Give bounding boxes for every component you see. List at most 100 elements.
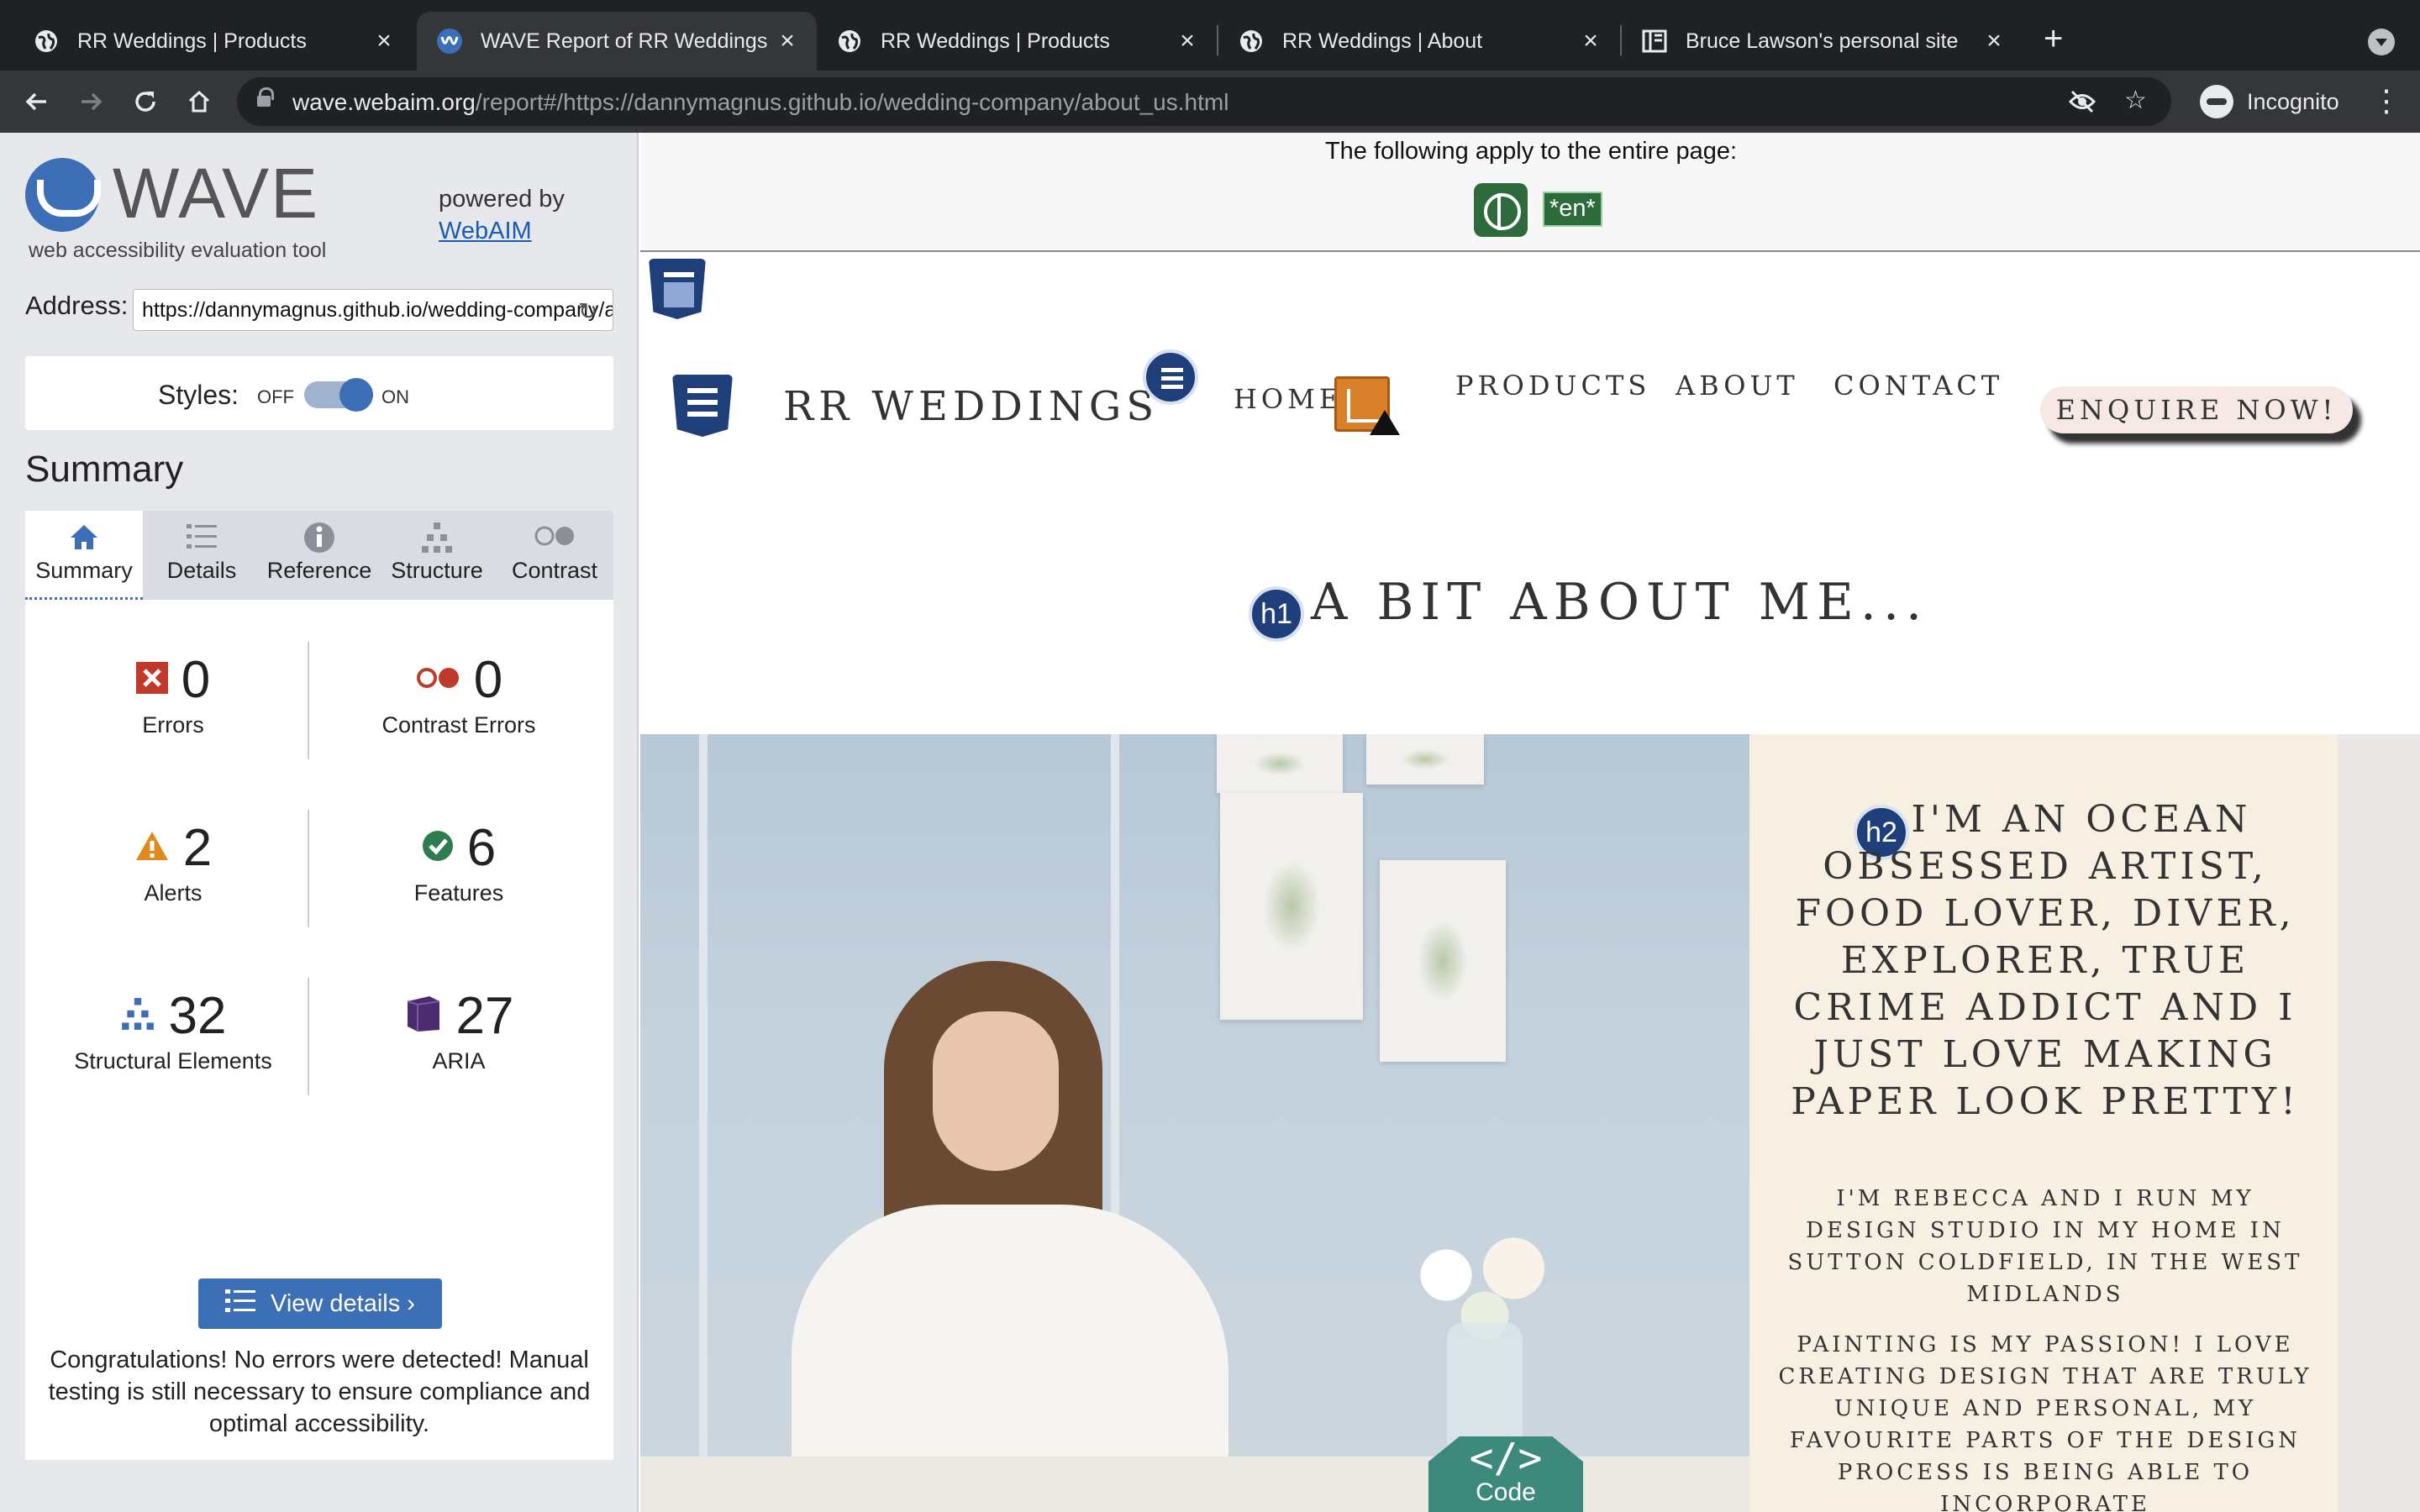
toggle-knob bbox=[339, 378, 373, 412]
star-icon[interactable]: ☆ bbox=[2124, 86, 2147, 115]
profile-label: Incognito bbox=[2247, 88, 2339, 114]
tab-contrast[interactable]: Contrast bbox=[496, 511, 613, 600]
browser-tab[interactable]: RR Weddings | About × bbox=[1218, 12, 1620, 71]
view-details-label: View details › bbox=[271, 1289, 415, 1317]
panel-edge bbox=[2338, 734, 2420, 1512]
structure-region-icon[interactable] bbox=[649, 259, 706, 319]
list-icon bbox=[225, 1288, 256, 1320]
globe-icon bbox=[1239, 29, 1264, 54]
webaim-link[interactable]: WebAIM bbox=[439, 215, 565, 247]
stat-errors[interactable]: 0 Errors bbox=[39, 650, 308, 738]
aria-icon bbox=[404, 995, 443, 1037]
profile-incognito[interactable]: Incognito bbox=[2190, 77, 2360, 126]
language-globe-icon[interactable] bbox=[1474, 183, 1528, 237]
close-icon[interactable]: × bbox=[1173, 27, 1202, 55]
code-toggle-button[interactable]: </> Code bbox=[1428, 1436, 1583, 1512]
reload-icon[interactable] bbox=[126, 82, 165, 121]
styles-label: Styles: bbox=[158, 380, 239, 410]
features-label: Features bbox=[413, 880, 504, 906]
tab-reference[interactable]: Reference bbox=[260, 511, 378, 600]
stat-aria[interactable]: 27 ARIA bbox=[324, 986, 593, 1074]
wave-subtitle: web accessibility evaluation tool bbox=[29, 239, 327, 262]
address-input[interactable]: https://dannymagnus.github.io/wedding-co… bbox=[133, 289, 613, 331]
styles-toggle-box: Styles: OFF ON bbox=[25, 356, 613, 430]
stat-contrast-errors[interactable]: 0 Contrast Errors bbox=[324, 650, 593, 738]
close-icon[interactable]: × bbox=[370, 27, 398, 55]
error-icon bbox=[135, 661, 168, 698]
errors-count: 0 bbox=[181, 650, 211, 709]
structure-header-icon[interactable] bbox=[672, 375, 733, 437]
brand-logo[interactable]: RR WEDDINGS bbox=[783, 383, 1159, 430]
stat-structural[interactable]: 32 Structural Elements bbox=[39, 986, 308, 1074]
close-icon[interactable]: × bbox=[1576, 27, 1605, 55]
back-icon[interactable] bbox=[17, 82, 55, 121]
browser-tab[interactable]: RR Weddings | Products × bbox=[0, 12, 413, 71]
wave-sidebar: WAVE web accessibility evaluation tool p… bbox=[0, 133, 639, 1512]
structural-label: Structural Elements bbox=[74, 1048, 272, 1074]
page-viewport: The following apply to the entire page: … bbox=[640, 133, 2420, 1512]
tab-search-icon[interactable] bbox=[2368, 29, 2395, 55]
tab-details[interactable]: Details bbox=[143, 511, 260, 600]
globe-icon bbox=[837, 29, 862, 54]
globe-icon bbox=[34, 29, 59, 54]
view-details-button[interactable]: View details › bbox=[198, 1278, 442, 1329]
person-face bbox=[933, 1011, 1059, 1171]
browser-tab[interactable]: Bruce Lawson's personal site × bbox=[1622, 12, 2023, 71]
lock-icon bbox=[257, 87, 274, 109]
divider bbox=[308, 810, 309, 927]
stat-features[interactable]: 6 Features bbox=[324, 818, 593, 906]
browser-tabstrip: RR Weddings | Products × WAVE Report of … bbox=[0, 0, 2420, 71]
unordered-list-icon[interactable] bbox=[1143, 349, 1198, 405]
art-frame bbox=[1217, 734, 1343, 793]
about-heading: I'M AN OCEAN OBSESSED ARTIST, FOOD LOVER… bbox=[1791, 798, 2300, 1123]
address-bar[interactable]: wave.webaim.org/report#/https://dannymag… bbox=[237, 77, 2171, 126]
enquire-now-button[interactable]: ENQUIRE NOW! bbox=[2040, 386, 2353, 433]
browser-tab[interactable]: RR Weddings | Products × bbox=[817, 12, 1217, 71]
h1-badge-icon[interactable]: h1 bbox=[1249, 586, 1304, 642]
alerts-count: 2 bbox=[182, 818, 213, 877]
forward-icon[interactable] bbox=[72, 82, 111, 121]
stat-alerts[interactable]: 2 Alerts bbox=[39, 818, 308, 906]
powered-by: powered by WebAIM bbox=[439, 183, 565, 247]
browser-tab-active[interactable]: WAVE Report of RR Weddings | × bbox=[417, 12, 817, 71]
nav-about[interactable]: ABOUT bbox=[1676, 370, 1799, 402]
wave-logo-text: WAVE bbox=[113, 154, 320, 233]
refresh-icon[interactable]: ↻ bbox=[578, 297, 597, 325]
about-paragraph-2: PAINTING IS MY PASSION! I LOVE CREATING … bbox=[1778, 1332, 2312, 1512]
close-icon[interactable]: × bbox=[773, 27, 802, 55]
warning-icon bbox=[1370, 410, 1400, 435]
eye-off-icon[interactable] bbox=[2068, 89, 2096, 121]
aria-count: 27 bbox=[455, 986, 514, 1045]
language-badge[interactable]: *en* bbox=[1543, 192, 1602, 227]
tab-title: WAVE Report of RR Weddings | bbox=[481, 29, 773, 53]
wave-tabs: Summary Details Reference Structure Cont… bbox=[25, 511, 613, 600]
feature-icon bbox=[422, 830, 454, 866]
divider bbox=[308, 642, 309, 759]
tab-title: Bruce Lawson's personal site bbox=[1686, 29, 1959, 53]
styles-toggle[interactable] bbox=[304, 378, 373, 412]
applies-text: The following apply to the entire page: bbox=[1324, 138, 1738, 165]
art-frame bbox=[1220, 793, 1363, 1020]
tab-title: RR Weddings | Products bbox=[77, 29, 307, 53]
contrast-error-icon bbox=[415, 665, 460, 695]
new-tab-icon[interactable]: + bbox=[2044, 22, 2063, 55]
structure-icon bbox=[120, 996, 155, 1036]
nav-home[interactable]: HOME bbox=[1234, 383, 1343, 415]
tab-summary[interactable]: Summary bbox=[25, 511, 143, 600]
contrast-errors-count: 0 bbox=[473, 650, 503, 709]
home-icon[interactable] bbox=[180, 82, 218, 121]
nav-products[interactable]: PRODUCTS bbox=[1455, 370, 1650, 402]
alerts-label: Alerts bbox=[144, 880, 203, 906]
nav-contact[interactable]: CONTACT bbox=[1833, 370, 2003, 402]
about-paragraph-1: I'M REBECCA AND I RUN MY DESIGN STUDIO I… bbox=[1787, 1186, 2303, 1307]
code-icon: </> bbox=[1469, 1435, 1543, 1482]
errors-label: Errors bbox=[142, 712, 204, 738]
book-icon bbox=[1642, 29, 1667, 54]
browser-toolbar: wave.webaim.org/report#/https://dannymag… bbox=[0, 71, 2420, 133]
structure-icon bbox=[378, 511, 496, 558]
page-level-items: The following apply to the entire page: … bbox=[640, 133, 2420, 252]
incognito-icon bbox=[2200, 85, 2233, 118]
close-icon[interactable]: × bbox=[1980, 27, 2008, 55]
tab-structure[interactable]: Structure bbox=[378, 511, 496, 600]
menu-icon[interactable]: ⋮ bbox=[2371, 84, 2402, 118]
